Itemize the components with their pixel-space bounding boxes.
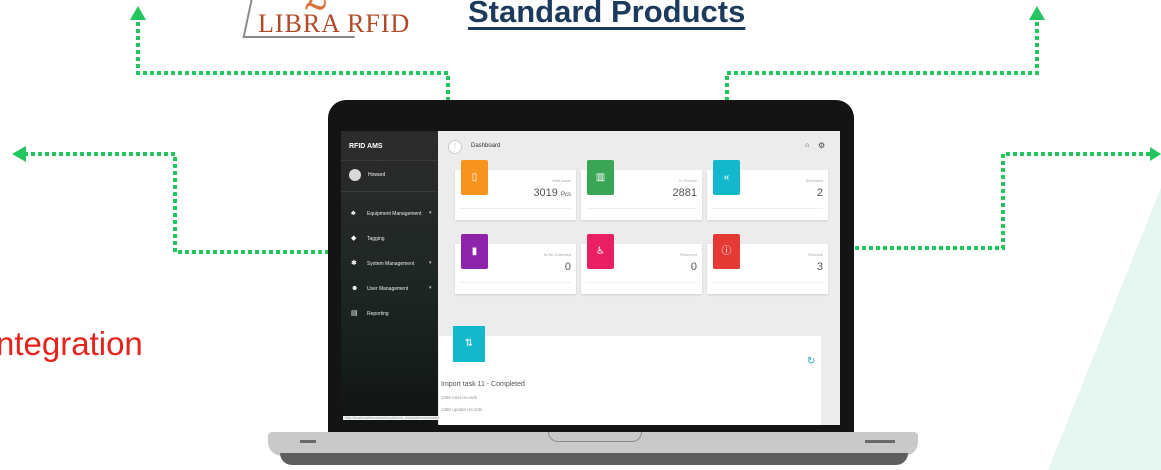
sidebar-item-label: Equipment Management: [367, 211, 422, 217]
stat-value: 3019 Pcs: [533, 187, 571, 199]
status-url: http://localhost/devs/assets/public/rfid…: [343, 416, 450, 420]
sidebar-item-tagging[interactable]: ◆ Tagging: [341, 228, 438, 250]
arrow-left-icon: [12, 146, 26, 162]
home-icon[interactable]: ⌂: [805, 142, 809, 149]
menu-toggle-icon[interactable]: ⋮: [448, 140, 462, 154]
connector-top-left: [136, 22, 450, 110]
stat-label: Reserved: [679, 252, 697, 257]
report-icon: ▤: [351, 310, 358, 317]
avatar: [349, 169, 361, 181]
stat-card-borrowed[interactable]: « Borrowed 2: [707, 160, 828, 220]
import-arrows-icon: ⇅: [453, 326, 485, 362]
user-name: Howard: [368, 172, 386, 178]
sidebar-item-user-management[interactable]: ☻ User Management ▾: [341, 278, 438, 300]
laptop-screen: RFID AMS Howard ♣ Equipment Management ▾…: [341, 131, 840, 425]
stat-value: 2881: [672, 187, 697, 199]
refresh-icon[interactable]: ↻: [807, 356, 815, 367]
stat-card-in-service[interactable]: ▥ In Service 2881: [581, 160, 702, 220]
book-icon: ▮: [461, 234, 488, 269]
users-icon: ♣: [351, 210, 356, 217]
stat-card-reserved[interactable]: ♿ Reserved 0: [581, 234, 702, 294]
stat-unit: Pcs: [560, 192, 571, 198]
app-sidebar: RFID AMS Howard ♣ Equipment Management ▾…: [341, 131, 450, 425]
stat-label: Overdue: [807, 252, 823, 257]
store-icon: ▥: [587, 160, 614, 195]
sidebar-item-label: User Management: [367, 286, 409, 292]
sidebar-item-label: Reporting: [367, 311, 389, 317]
arrow-right-icon: [1150, 147, 1161, 161]
app-topbar: ⋮ Dashboard ⌂ ⚙: [438, 131, 840, 161]
laptop-base-front: [280, 453, 908, 465]
chevron-down-icon: ▾: [429, 285, 432, 291]
connector-mid-right: [848, 152, 1157, 250]
connector-mid-left: [24, 152, 335, 254]
stat-value: 0: [564, 261, 571, 273]
import-total-records: 1386 total records: [441, 395, 478, 400]
sidebar-item-label: Tagging: [367, 236, 385, 242]
arrow-up-icon: [130, 6, 146, 20]
connector-top-right: [725, 22, 1039, 110]
stat-label: Borrowed: [805, 178, 823, 183]
alert-circle-icon: ⓘ: [713, 234, 740, 269]
reply-all-icon: «: [713, 160, 740, 195]
chevron-down-icon: ▾: [429, 260, 432, 266]
tag-icon: ◆: [351, 235, 357, 242]
laptop-foot: [300, 440, 316, 443]
stat-card-to-be-collected[interactable]: ▮ To Be Collected 0: [455, 234, 576, 294]
stat-card-total-asset[interactable]: ▯ Total Asset 3019 Pcs: [455, 160, 576, 220]
sidebar-item-label: System Management: [367, 261, 415, 267]
import-task-card: ⇅ ↻ Import task 11 - Completed 1386 tota…: [439, 326, 821, 425]
sidebar-item-system-management[interactable]: ✱ System Management ▾: [341, 253, 438, 275]
walking-icon: ♿: [587, 234, 614, 269]
stat-label: Total Asset: [551, 178, 571, 183]
page-title: Dashboard: [471, 143, 501, 149]
stat-value: 2: [816, 187, 823, 199]
laptop-notch: [548, 432, 642, 442]
stat-value: 0: [690, 261, 697, 273]
import-title: Import task 11 - Completed: [441, 381, 525, 388]
stat-value: 3: [816, 261, 823, 273]
settings-icon[interactable]: ⚙: [818, 141, 825, 150]
stat-label: To Be Collected: [542, 252, 571, 257]
sidebar-item-equipment-management[interactable]: ♣ Equipment Management ▾: [341, 203, 438, 225]
app-brand[interactable]: RFID AMS: [349, 143, 383, 150]
document-icon: ▯: [461, 160, 488, 195]
user-group-icon: ☻: [351, 285, 359, 292]
laptop-foot: [865, 440, 895, 443]
chevron-down-icon: ▾: [429, 210, 432, 216]
arrow-up-icon: [1029, 6, 1045, 20]
sidebar-item-reporting[interactable]: ▤ Reporting: [341, 303, 438, 325]
user-profile[interactable]: Howard: [341, 160, 438, 192]
import-update-records: 1386 update records: [441, 407, 483, 412]
stat-card-overdue[interactable]: ⓘ Overdue 3: [707, 234, 828, 294]
stat-label: In Service: [679, 178, 697, 183]
gear-icon: ✱: [351, 260, 357, 267]
